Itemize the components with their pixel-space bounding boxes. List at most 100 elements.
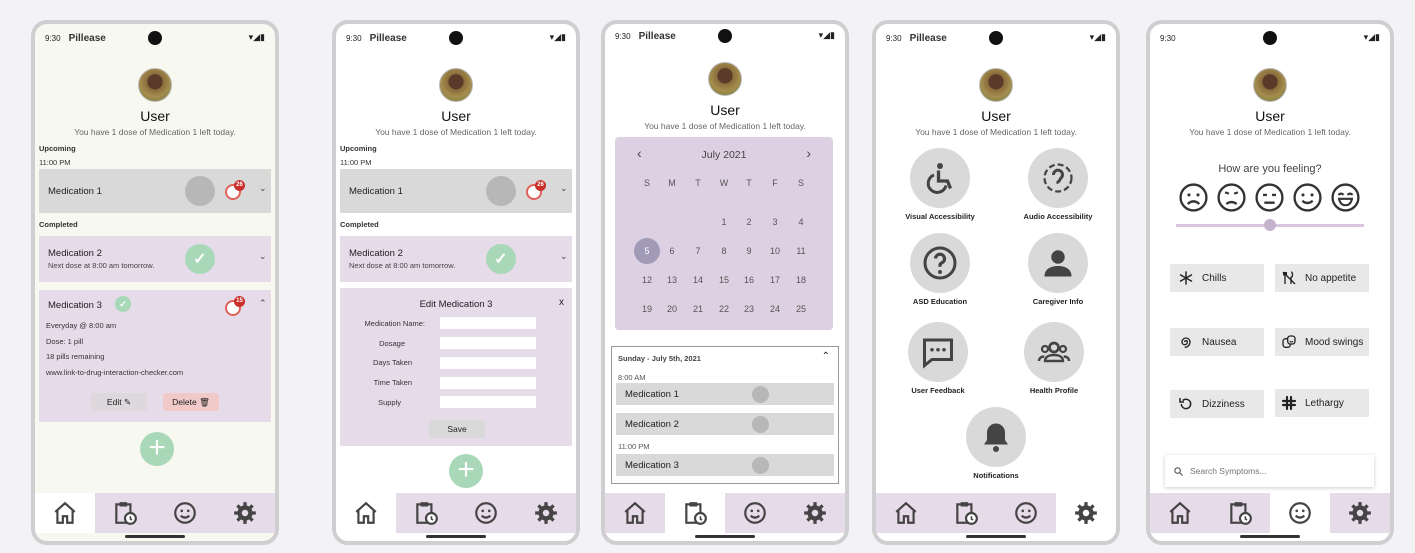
- notifications-option[interactable]: Notifications: [946, 407, 1046, 480]
- symptom-dizziness[interactable]: Dizziness: [1170, 390, 1264, 418]
- med1-status-circle[interactable]: [486, 176, 516, 206]
- calendar-day[interactable]: 2: [739, 217, 759, 227]
- calendar-day[interactable]: 14: [688, 275, 708, 285]
- save-button[interactable]: Save: [429, 420, 485, 438]
- calendar-day[interactable]: 3: [765, 217, 785, 227]
- nav-settings[interactable]: [215, 493, 275, 533]
- avatar[interactable]: [979, 68, 1013, 102]
- med2-row[interactable]: Medication 2 Next dose at 8:00 am tomorr…: [340, 236, 572, 282]
- calendar-day[interactable]: 23: [739, 304, 759, 314]
- nav-symptoms[interactable]: [155, 493, 215, 533]
- calendar-day[interactable]: 12: [637, 275, 657, 285]
- symptom-lethargy[interactable]: Lethargy: [1275, 389, 1369, 417]
- days-taken-input[interactable]: [440, 357, 536, 369]
- calendar-day[interactable]: 15: [714, 275, 734, 285]
- asd-education-option[interactable]: ASD Education: [890, 233, 990, 306]
- schedule-med3-row[interactable]: Medication 3: [616, 454, 834, 476]
- calendar-day[interactable]: 25: [791, 304, 811, 314]
- nav-home[interactable]: [35, 493, 95, 533]
- nav-symptoms[interactable]: [1270, 493, 1330, 533]
- nav-symptoms[interactable]: [725, 493, 785, 533]
- calendar-day[interactable]: 10: [765, 246, 785, 256]
- close-icon[interactable]: x: [559, 297, 564, 308]
- chevron-down-icon[interactable]: ⌄: [560, 251, 568, 262]
- symptom-search-box[interactable]: [1165, 455, 1374, 487]
- dosage-input[interactable]: [440, 337, 536, 349]
- calendar-day[interactable]: 1: [714, 217, 734, 227]
- med3-expanded-card[interactable]: Medication 3 ✓ 15 ⌃ Everyday @ 8:00 am D…: [39, 290, 271, 422]
- nav-settings[interactable]: [785, 493, 845, 533]
- search-input[interactable]: [1190, 466, 1360, 476]
- calendar-day[interactable]: 9: [739, 246, 759, 256]
- chevron-up-icon[interactable]: ⌃: [822, 351, 830, 362]
- nav-home[interactable]: [605, 493, 665, 533]
- neutral-face-icon[interactable]: [1254, 182, 1285, 213]
- next-month-button[interactable]: ›: [806, 145, 811, 161]
- symptom-mood-swings[interactable]: Mood swings: [1275, 328, 1369, 356]
- very-happy-face-icon[interactable]: [1330, 182, 1361, 213]
- med1-row[interactable]: Medication 1 26 ⌄: [340, 169, 572, 213]
- caregiver-info-option[interactable]: Caregiver Info: [1008, 233, 1108, 306]
- user-feedback-option[interactable]: User Feedback: [888, 322, 988, 395]
- med1-status-circle[interactable]: [752, 386, 769, 403]
- delete-button[interactable]: Delete 🗑: [163, 393, 219, 411]
- nav-home[interactable]: [336, 493, 396, 533]
- nav-symptoms[interactable]: [996, 493, 1056, 533]
- feeling-slider[interactable]: [1176, 219, 1364, 231]
- calendar-day[interactable]: 6: [662, 246, 682, 256]
- avatar[interactable]: [138, 68, 172, 102]
- add-medication-button[interactable]: +: [449, 454, 483, 488]
- med1-status-circle[interactable]: [185, 176, 215, 206]
- calendar-day[interactable]: 4: [791, 217, 811, 227]
- drug-interaction-link[interactable]: www.link-to-drug-interaction-checker.com: [46, 368, 183, 377]
- chevron-down-icon[interactable]: ⌄: [259, 183, 267, 194]
- chevron-down-icon[interactable]: ⌄: [560, 183, 568, 194]
- schedule-med1-row[interactable]: Medication 1: [616, 383, 834, 405]
- calendar-day[interactable]: 24: [765, 304, 785, 314]
- time-taken-input[interactable]: [440, 377, 536, 389]
- symptom-nausea[interactable]: Nausea: [1170, 328, 1264, 356]
- nav-settings[interactable]: [516, 493, 576, 533]
- nav-schedule[interactable]: [665, 493, 725, 533]
- calendar-day[interactable]: 16: [739, 275, 759, 285]
- chevron-down-icon[interactable]: ⌄: [259, 251, 267, 262]
- medication-name-input[interactable]: [440, 317, 536, 329]
- calendar-day[interactable]: 21: [688, 304, 708, 314]
- calendar-day[interactable]: 11: [791, 246, 811, 256]
- edit-button[interactable]: Edit ✎: [91, 393, 147, 411]
- supply-input[interactable]: [440, 396, 536, 408]
- chevron-up-icon[interactable]: ⌃: [259, 298, 267, 309]
- calendar-day[interactable]: 8: [714, 246, 734, 256]
- med1-row[interactable]: Medication 1 26 ⌄: [39, 169, 271, 213]
- nav-home[interactable]: [876, 493, 936, 533]
- nav-schedule[interactable]: [1210, 493, 1270, 533]
- nav-settings[interactable]: [1330, 493, 1390, 533]
- slider-thumb[interactable]: [1264, 219, 1276, 231]
- symptom-no-appetite[interactable]: No appetite: [1275, 264, 1369, 292]
- calendar-day-selected[interactable]: 5: [634, 238, 660, 264]
- calendar-day[interactable]: 13: [662, 275, 682, 285]
- calendar-day[interactable]: 22: [714, 304, 734, 314]
- health-profile-option[interactable]: Health Profile: [1004, 322, 1104, 395]
- nav-schedule[interactable]: [936, 493, 996, 533]
- calendar-day[interactable]: 7: [688, 246, 708, 256]
- nav-home[interactable]: [1150, 493, 1210, 533]
- calendar-day[interactable]: 20: [662, 304, 682, 314]
- med2-status-circle[interactable]: [752, 416, 769, 433]
- nav-schedule[interactable]: [95, 493, 155, 533]
- add-medication-button[interactable]: +: [140, 432, 174, 466]
- calendar-day[interactable]: 19: [637, 304, 657, 314]
- avatar[interactable]: [439, 68, 473, 102]
- nav-symptoms[interactable]: [456, 493, 516, 533]
- sad-face-icon[interactable]: [1216, 182, 1247, 213]
- nav-schedule[interactable]: [396, 493, 456, 533]
- avatar[interactable]: [708, 62, 742, 96]
- happy-face-icon[interactable]: [1292, 182, 1323, 213]
- med2-row[interactable]: Medication 2 Next dose at 8:00 am tomorr…: [39, 236, 271, 282]
- schedule-med2-row[interactable]: Medication 2: [616, 413, 834, 435]
- symptom-chills[interactable]: Chills: [1170, 264, 1264, 292]
- med3-status-circle[interactable]: [752, 457, 769, 474]
- visual-accessibility-option[interactable]: Visual Accessibility: [890, 148, 990, 221]
- audio-accessibility-option[interactable]: Audio Accessibility: [1008, 148, 1108, 221]
- very-sad-face-icon[interactable]: [1178, 182, 1209, 213]
